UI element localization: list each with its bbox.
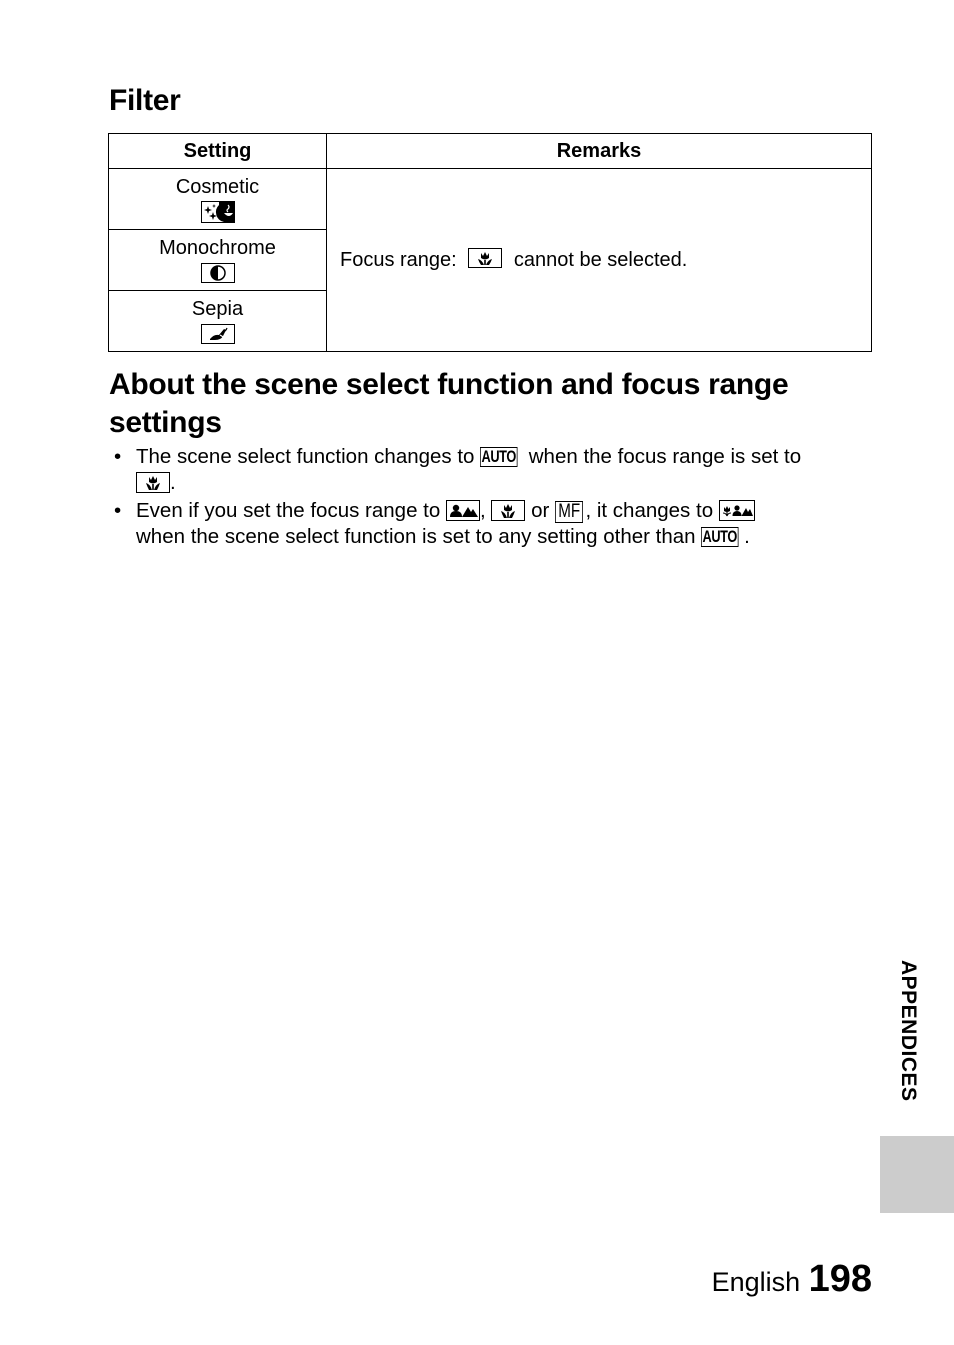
filter-heading: Filter — [109, 84, 181, 117]
filter-table: Setting Remarks Cosmetic Focus range: ca… — [108, 133, 872, 352]
bullet: • — [114, 499, 122, 522]
table-header-row: Setting Remarks — [108, 133, 872, 169]
language-label: English — [711, 1267, 801, 1297]
auto-mode-icon: AUTO — [480, 447, 518, 467]
scene-select-heading: About the scene select function and focu… — [109, 368, 789, 439]
bullet: • — [114, 445, 122, 468]
setting-label: Sepia — [191, 298, 244, 320]
remarks-suffix: cannot be selected. — [513, 249, 688, 271]
monochrome-icon — [200, 262, 235, 283]
macro-tulip-icon — [468, 248, 503, 268]
list-item: • The scene select function changes to A… — [114, 445, 802, 494]
macro-tulip-icon — [491, 500, 526, 521]
landscape-icon — [445, 500, 480, 521]
remarks-cell: Focus range: cannot be selected. — [326, 168, 872, 352]
header-remarks: Remarks — [326, 133, 872, 169]
setting-cell-cosmetic: Cosmetic — [108, 168, 327, 230]
remarks-prefix: Focus range: — [340, 249, 457, 271]
table-row: Cosmetic Focus range: cannot be selected… — [108, 168, 872, 352]
auto-mode-icon: AUTO — [701, 527, 739, 547]
page-footer: English 198 — [712, 1258, 872, 1301]
page-number: 198 — [808, 1258, 872, 1300]
macro-landscape-icon — [718, 500, 755, 521]
header-setting: Setting — [108, 133, 327, 169]
list-item: • Even if you set the focus range to , o… — [109, 498, 869, 550]
section-tab-marker — [880, 1136, 954, 1213]
setting-cell-sepia: Sepia — [108, 290, 327, 352]
setting-label: Monochrome — [159, 237, 276, 259]
notes-list: • The scene select function changes to A… — [109, 444, 869, 550]
sepia-icon — [200, 323, 235, 344]
section-side-label: APPENDICES — [897, 960, 920, 1102]
setting-cell-monochrome: Monochrome — [108, 229, 327, 291]
setting-label: Cosmetic — [175, 176, 260, 198]
manual-focus-icon: MF — [555, 501, 584, 523]
cosmetic-icon — [200, 200, 235, 223]
macro-tulip-icon — [136, 472, 170, 493]
